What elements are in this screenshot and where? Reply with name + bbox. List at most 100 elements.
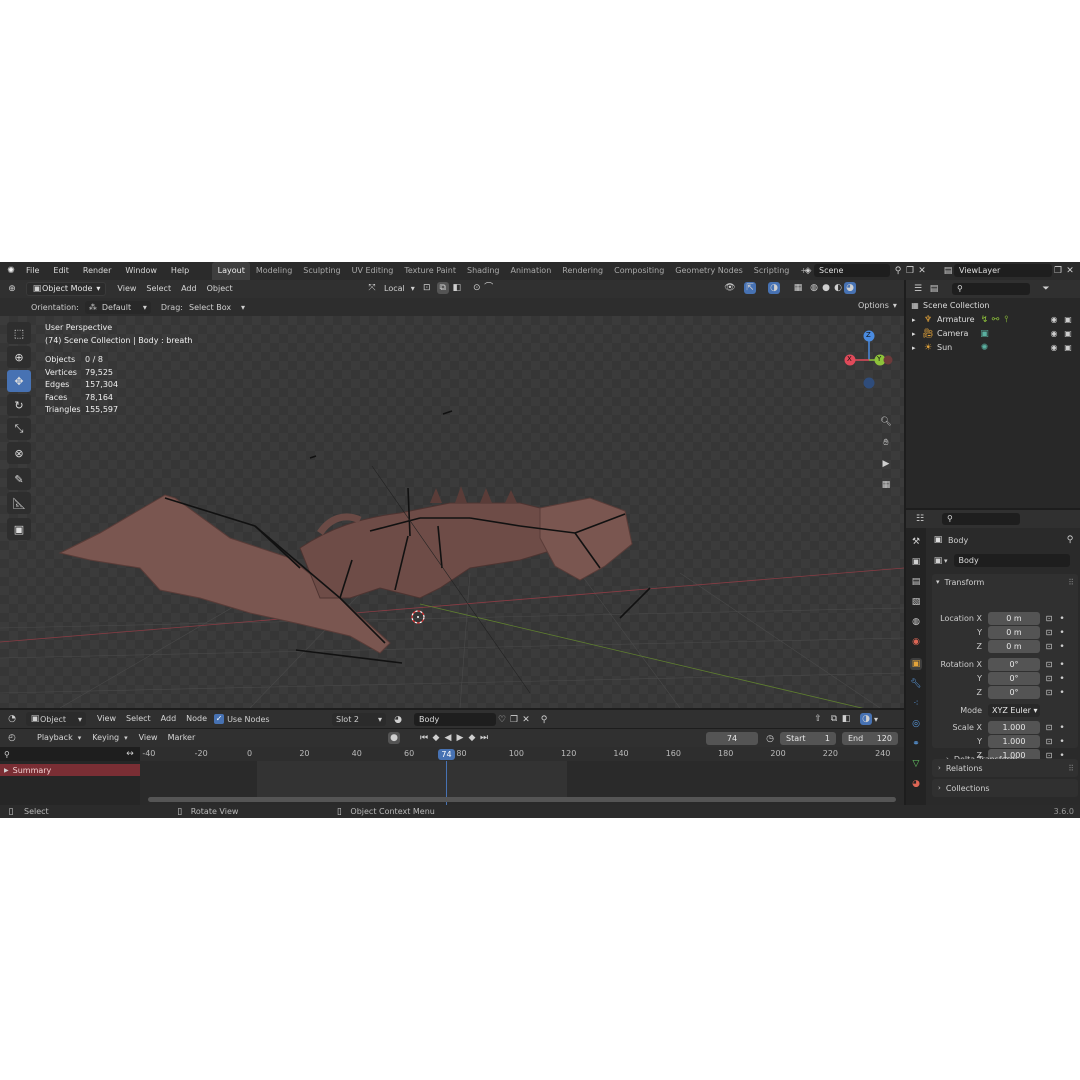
rotation-z-field[interactable]: 0° <box>988 686 1040 699</box>
tab-scripting[interactable]: Scripting <box>748 262 795 280</box>
timeline-menu-view[interactable]: View <box>134 729 163 747</box>
snap-icon[interactable]: ⧉ <box>828 713 840 725</box>
keyframe-dot-icon[interactable]: • <box>1058 641 1066 653</box>
duplicate-material-icon[interactable]: ❐ <box>508 714 520 726</box>
render-camera-icon[interactable]: ▣ <box>1062 314 1074 326</box>
move-tool-icon[interactable]: ✥ <box>7 370 31 392</box>
drag-handle-icon[interactable]: ⠿ <box>1068 578 1074 587</box>
relations-panel[interactable]: › Relations ⠿ <box>932 759 1078 777</box>
eye-icon[interactable]: ◉ <box>1048 342 1060 354</box>
measure-tool-icon[interactable]: 📐︎ <box>7 492 31 514</box>
render-tab-icon[interactable]: ▣ <box>910 556 922 568</box>
material-shading-icon[interactable]: ◐ <box>832 282 844 294</box>
pin-icon[interactable]: ⚲ <box>538 714 550 726</box>
delete-viewlayer-icon[interactable]: ✕ <box>1064 265 1076 277</box>
constraint-icon[interactable]: ⫯ <box>1001 314 1012 326</box>
tab-texture-paint[interactable]: Texture Paint <box>399 262 462 280</box>
keyframe-dot-icon[interactable]: • <box>1058 736 1066 748</box>
view-layer-tab-icon[interactable]: ▧ <box>910 596 922 608</box>
viewport-menu-view[interactable]: View <box>112 280 141 298</box>
expand-icon[interactable]: ▸ <box>912 313 922 327</box>
shader-menu-select[interactable]: Select <box>121 710 156 728</box>
object-tab-icon[interactable]: ▣ <box>910 658 922 670</box>
properties-search-input[interactable]: ⚲ <box>942 513 1020 525</box>
render-camera-icon[interactable]: ▣ <box>1062 328 1074 340</box>
outliner-item-camera[interactable]: ▸ 🎥︎ Camera ▣ ◉ ▣ <box>906 327 1080 341</box>
snap-target-icon[interactable]: ◧ <box>451 282 463 294</box>
drag-handle-icon[interactable]: ⠿ <box>1068 764 1074 773</box>
particles-tab-icon[interactable]: ⁖ <box>910 698 922 710</box>
xray-icon[interactable]: ▦ <box>792 282 804 294</box>
slot-dropdown[interactable]: Slot 2 ▾ <box>332 713 386 726</box>
next-keyframe-icon[interactable]: ◆ <box>466 732 478 744</box>
light-data-icon[interactable]: ✺ <box>979 342 990 354</box>
lock-icon[interactable]: ⊡ <box>1044 722 1054 734</box>
timeline-menu-playback[interactable]: Playback <box>32 729 78 747</box>
keyframe-dot-icon[interactable]: • <box>1058 687 1066 699</box>
rendered-shading-icon[interactable]: ◕ <box>844 282 856 294</box>
shader-menu-view[interactable]: View <box>92 710 121 728</box>
lock-icon[interactable]: ⊡ <box>1044 659 1054 671</box>
snap-target-icon[interactable]: ◧ <box>840 713 852 725</box>
keyframe-dot-icon[interactable]: • <box>1058 613 1066 625</box>
tab-layout[interactable]: Layout <box>212 262 251 280</box>
menu-render[interactable]: Render <box>76 262 118 280</box>
pin-icon[interactable]: ⚲ <box>892 265 904 277</box>
menu-file[interactable]: File <box>19 262 46 280</box>
zoom-icon[interactable]: 🔍︎ <box>880 416 892 428</box>
world-tab-icon[interactable]: ◉ <box>910 636 922 648</box>
expand-icon[interactable]: ▸ <box>912 327 922 341</box>
camera-data-icon[interactable]: ▣ <box>979 328 990 340</box>
tab-modeling[interactable]: Modeling <box>250 262 297 280</box>
play-reverse-icon[interactable]: ◀ <box>442 732 454 744</box>
rotation-y-field[interactable]: 0° <box>988 672 1040 685</box>
properties-editor-icon[interactable]: ☷ <box>914 513 926 525</box>
summary-channel[interactable]: ▶ Summary <box>0 764 140 776</box>
material-field[interactable]: Body <box>414 713 496 726</box>
cursor-tool-icon[interactable]: ⊕ <box>7 346 31 368</box>
menu-edit[interactable]: Edit <box>46 262 76 280</box>
end-frame-field[interactable]: End 120 <box>842 732 898 745</box>
shader-menu-add[interactable]: Add <box>156 710 182 728</box>
transform-tool-icon[interactable]: ⊗ <box>7 442 31 464</box>
fake-user-icon[interactable]: ♡ <box>496 714 508 726</box>
viewport-menu-select[interactable]: Select <box>141 280 176 298</box>
menu-help[interactable]: Help <box>164 262 196 280</box>
prev-keyframe-icon[interactable]: ◆ <box>430 732 442 744</box>
material-selector[interactable]: ◕ Body ♡ ❐ ✕ ⚲ <box>392 713 550 726</box>
use-nodes-toggle[interactable]: ✓ Use Nodes <box>214 714 270 724</box>
bone-icon[interactable]: ⚯ <box>990 314 1001 326</box>
expand-icon[interactable]: ▸ <box>912 341 922 355</box>
physics-tab-icon[interactable]: ◎ <box>910 718 922 730</box>
viewlayer-selector[interactable]: ▤ ViewLayer ❐ ✕ <box>942 264 1076 277</box>
tab-shading[interactable]: Shading <box>461 262 505 280</box>
material-tab-icon[interactable]: ◕ <box>910 778 922 790</box>
navigation-gizmo[interactable]: Z Y X <box>840 322 900 402</box>
pin-icon[interactable]: ⚲ <box>1064 534 1076 546</box>
annotate-tool-icon[interactable]: ✎ <box>7 468 31 490</box>
rotation-x-field[interactable]: 0° <box>988 658 1040 671</box>
filter-icon[interactable]: ⏷ <box>1040 283 1052 295</box>
timeline-scrollbar[interactable] <box>148 797 896 802</box>
pivot-icon[interactable]: ⊡ <box>421 282 433 294</box>
scene-tab-icon[interactable]: ◍ <box>910 616 922 628</box>
tab-animation[interactable]: Animation <box>505 262 557 280</box>
start-frame-field[interactable]: Start 1 <box>780 732 836 745</box>
new-scene-icon[interactable]: ❐ <box>904 265 916 277</box>
render-camera-icon[interactable]: ▣ <box>1062 342 1074 354</box>
checkbox-checked-icon[interactable]: ✓ <box>214 714 225 724</box>
keyframe-dot-icon[interactable]: • <box>1058 673 1066 685</box>
tab-rendering[interactable]: Rendering <box>557 262 609 280</box>
add-cube-tool-icon[interactable]: ▣ <box>7 518 31 540</box>
current-frame-field[interactable]: 74 <box>706 732 758 745</box>
falloff-icon[interactable]: ⌒ <box>483 282 495 294</box>
rotation-mode-field[interactable]: XYZ Euler ▾ <box>988 704 1040 717</box>
lock-icon[interactable]: ⊡ <box>1044 673 1054 685</box>
mode-dropdown[interactable]: ▣ Object Mode ▾ <box>26 282 107 296</box>
viewlayer-field[interactable]: ViewLayer <box>954 264 1052 277</box>
object-datablock-field[interactable]: Body <box>953 554 1070 567</box>
transform-panel-header[interactable]: ▾ Transform ⠿ <box>932 574 1078 590</box>
constraints-tab-icon[interactable]: ⚭ <box>910 738 922 750</box>
outliner-item-sun[interactable]: ▸ ☀ Sun ✺ ◉ ▣ <box>906 341 1080 355</box>
gizmo-toggle-icon[interactable]: ⇱ <box>744 282 756 294</box>
